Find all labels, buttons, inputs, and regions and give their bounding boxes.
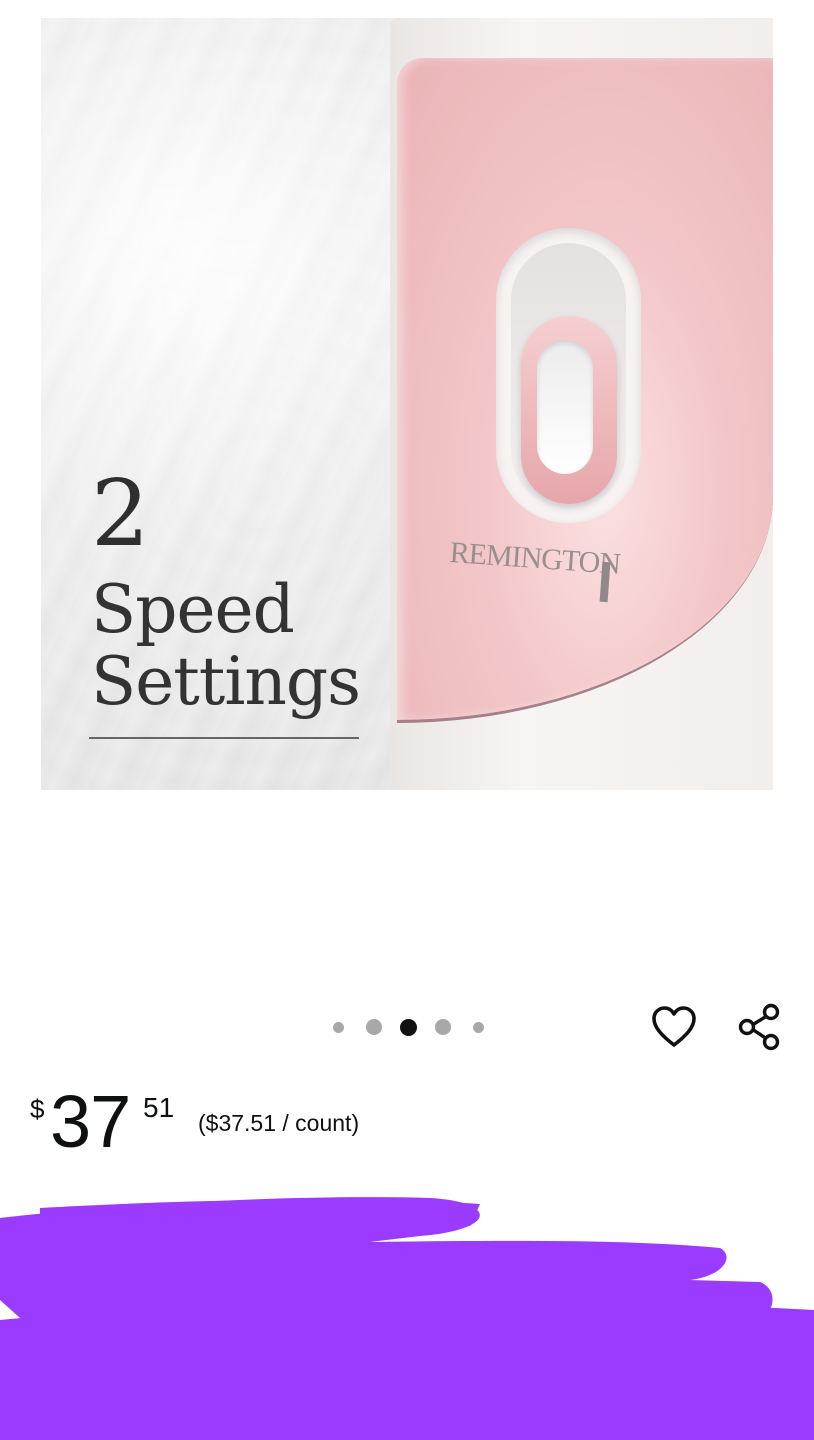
carousel-dot-5[interactable]	[473, 1021, 484, 1033]
share-button[interactable]	[733, 1001, 785, 1053]
carousel-dot-active[interactable]	[400, 1018, 417, 1036]
product-image[interactable]: REMINGTON 2 Speed Settings	[41, 18, 773, 790]
heart-icon	[652, 1006, 696, 1047]
carousel-dot-1[interactable]	[333, 1021, 344, 1033]
feature-text-line2: Settings	[91, 643, 361, 720]
image-carousel-indicator	[333, 1017, 484, 1037]
feature-text: Speed Settings	[91, 571, 361, 720]
price-per-unit: ($37.51 / count)	[198, 1110, 360, 1136]
switch-knob-inset	[537, 340, 593, 474]
price-whole: 37	[50, 1080, 131, 1163]
redaction-overlay	[0, 1197, 814, 1440]
price-fraction: 51	[143, 1092, 175, 1123]
carousel-dot-4[interactable]	[435, 1019, 451, 1035]
feature-text-line1: Speed	[91, 571, 295, 648]
feature-underline	[89, 737, 359, 739]
carousel-dot-2[interactable]	[366, 1019, 382, 1035]
product-detail-page: REMINGTON 2 Speed Settings $ 37 51 ($37.…	[0, 0, 814, 1440]
wishlist-button[interactable]	[648, 1001, 700, 1053]
share-icon	[738, 1003, 780, 1051]
price-currency-symbol: $	[30, 1094, 45, 1124]
feature-number: 2	[91, 460, 150, 567]
